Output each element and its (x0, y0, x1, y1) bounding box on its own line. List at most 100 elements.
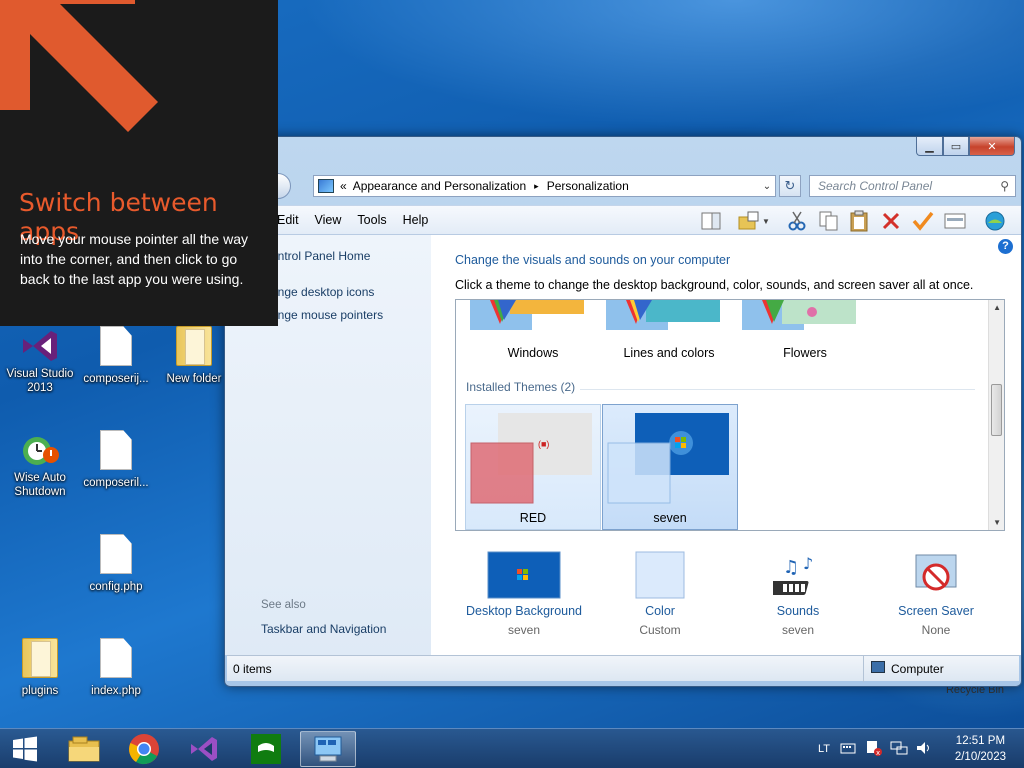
scroll-up-icon[interactable]: ▲ (993, 303, 1001, 312)
close-icon: ✕ (987, 140, 997, 153)
theme-label: Flowers (783, 346, 827, 360)
change-desktop-icons-link[interactable]: ange desktop icons (271, 285, 374, 299)
sounds-item[interactable]: ♫ ♪ Sounds seven (733, 551, 863, 637)
theme-list-scrollbar[interactable]: ▲ ▼ (988, 300, 1004, 530)
desktop-wallpaper-glow (300, 0, 1024, 130)
desktop-icon-composeril[interactable]: composeril... (76, 426, 156, 490)
sounds-label: Sounds (776, 604, 820, 618)
desktop-icon-new-folder[interactable]: New folder (154, 322, 234, 386)
desktop-icon-label: plugins (21, 685, 59, 697)
taskbar-control-panel[interactable] (300, 731, 356, 767)
theme-red[interactable]: (■) RED (465, 404, 601, 530)
folder-options-icon[interactable] (737, 209, 761, 233)
content-area: ontrol Panel Home ange desktop icons ang… (225, 235, 1021, 655)
theme-label: Windows (507, 346, 559, 360)
search-placeholder: Search Control Panel (818, 179, 933, 193)
color-label: Color (645, 604, 675, 618)
clock-date: 2/10/2023 (954, 751, 1006, 763)
search-input[interactable]: Search Control Panel ⚲ (809, 175, 1016, 197)
svg-text:♫: ♫ (783, 557, 799, 578)
keyboard-icon[interactable] (840, 742, 856, 757)
visual-studio-icon (19, 325, 61, 367)
folder-icon (22, 638, 58, 678)
maximize-button[interactable]: ▭ (943, 137, 969, 156)
status-divider (863, 656, 864, 682)
close-button[interactable]: ✕ (969, 137, 1015, 156)
breadcrumb-appearance[interactable]: Appearance and Personalization (353, 179, 526, 193)
preview-pane-icon[interactable] (699, 209, 723, 233)
theme-label: Lines and colors (623, 346, 715, 360)
desktop-icon-label: composerij... (83, 373, 149, 385)
screen-saver-item[interactable]: Screen Saver None (871, 551, 1001, 637)
minimize-button[interactable]: ▁ (916, 137, 943, 156)
sounds-icon: ♫ ♪ (765, 554, 813, 595)
theme-flowers[interactable] (742, 300, 866, 334)
wise-auto-shutdown-icon (19, 429, 61, 471)
delete-icon[interactable] (879, 209, 903, 233)
personalization-window: ▁ ▭ ✕ « Appearance and Personalization ▸… (224, 136, 1022, 687)
visual-studio-icon (191, 737, 217, 761)
menu-help[interactable]: Help (395, 213, 437, 227)
scroll-thumb[interactable] (991, 384, 1002, 436)
network-icon[interactable] (890, 740, 908, 759)
folder-icon (176, 326, 212, 366)
scroll-down-icon[interactable]: ▼ (993, 518, 1001, 527)
theme-lines-and-colors[interactable] (606, 300, 730, 334)
properties-icon[interactable] (943, 209, 967, 233)
cut-icon[interactable] (785, 209, 809, 233)
desktop-icon-label: Visual Studio 2013 (6, 368, 74, 394)
lines-colors-theme-preview (606, 300, 720, 330)
desktop-background-icon (487, 551, 561, 599)
change-mouse-pointers-link[interactable]: ange mouse pointers (271, 308, 383, 322)
color-value: Custom (639, 623, 681, 637)
window-controls: ▁ ▭ ✕ (916, 137, 1015, 156)
theme-windows[interactable] (470, 300, 594, 334)
action-center-icon[interactable]: x (866, 740, 883, 759)
breadcrumb-personalization[interactable]: Personalization (547, 179, 629, 193)
desktop-icon-wise-auto-shutdown[interactable]: Wise Auto Shutdown (0, 426, 80, 499)
status-bar: 0 items Computer (227, 655, 1019, 682)
start-button[interactable] (0, 731, 50, 767)
paste-icon[interactable] (847, 209, 871, 233)
language-indicator[interactable]: LT (818, 743, 830, 755)
taskbar-file-explorer[interactable] (56, 731, 112, 767)
clock[interactable]: 12:51 PM 2/10/2023 (955, 733, 1006, 765)
taskbar-navigation-link[interactable]: Taskbar and Navigation (261, 622, 386, 636)
theme-label: RED (519, 511, 547, 525)
desktop-icon-label: Wise Auto Shutdown (14, 472, 66, 498)
checkmark-icon[interactable] (911, 209, 935, 233)
taskbar-chrome[interactable] (116, 731, 172, 767)
installed-themes-heading: Installed Themes (2) (466, 380, 576, 394)
desktop-icon-visual-studio[interactable]: Visual Studio 2013 (0, 322, 80, 395)
refresh-button[interactable]: ↻ (779, 175, 801, 197)
theme-seven[interactable]: seven (602, 404, 738, 530)
menu-view[interactable]: View (307, 213, 350, 227)
screen-saver-icon (915, 554, 957, 591)
desktop-background-item[interactable]: Desktop Background seven (459, 551, 589, 637)
globe-icon[interactable] (983, 209, 1007, 233)
chevron-down-icon[interactable]: ⌄ (759, 181, 775, 192)
taskbar-visual-studio[interactable] (176, 731, 232, 767)
breadcrumb-separator[interactable]: ▸ (534, 181, 539, 192)
taskbar-xbox[interactable] (238, 731, 294, 767)
desktop-icon-index-php[interactable]: index.php (76, 634, 156, 698)
control-panel-home-link[interactable]: ontrol Panel Home (271, 249, 370, 263)
chevron-down-icon[interactable]: ▼ (760, 209, 772, 233)
windows-theme-preview (470, 300, 584, 330)
refresh-icon: ↻ (784, 178, 796, 193)
desktop-icon-label: index.php (91, 685, 141, 697)
menu-tools[interactable]: Tools (349, 213, 394, 227)
help-icon[interactable]: ? (998, 239, 1013, 254)
address-bar[interactable]: « Appearance and Personalization ▸ Perso… (313, 175, 776, 197)
minimize-icon: ▁ (925, 140, 934, 153)
file-icon (100, 534, 132, 574)
breadcrumb-overflow[interactable]: « (340, 179, 347, 193)
copy-icon[interactable] (817, 209, 841, 233)
theme-label: seven (653, 511, 687, 525)
volume-icon[interactable] (916, 741, 932, 758)
desktop-icon-composerij[interactable]: composerij... (76, 322, 156, 386)
desktop-icon-config-php[interactable]: config.php (76, 530, 156, 594)
svg-text:♪: ♪ (803, 554, 813, 573)
color-item[interactable]: Color Custom (595, 551, 725, 637)
desktop-icon-plugins[interactable]: plugins (0, 634, 80, 698)
